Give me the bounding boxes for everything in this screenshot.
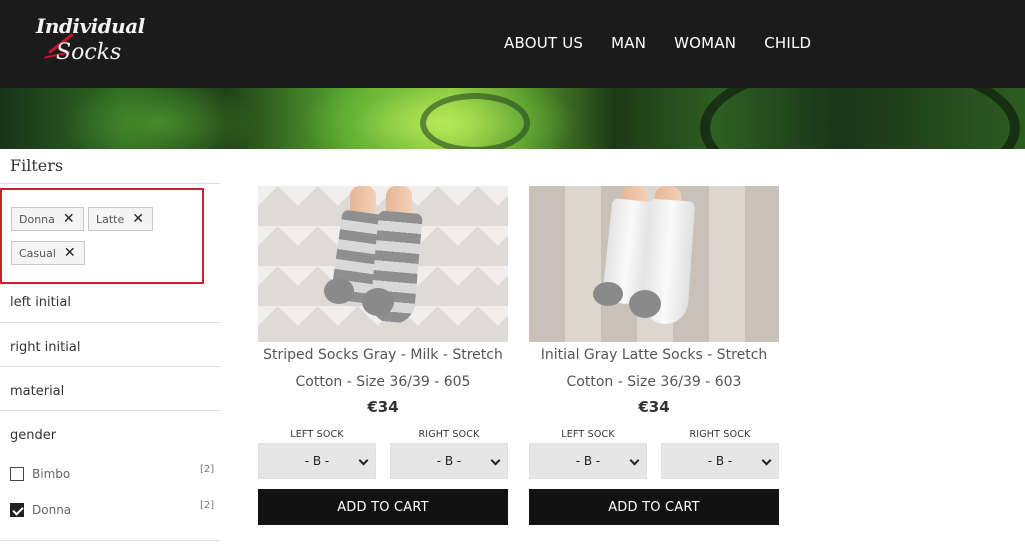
product-price: €34: [638, 398, 670, 416]
facet-material[interactable]: material: [10, 384, 64, 399]
left-sock-select[interactable]: - B -: [258, 443, 376, 479]
add-to-cart-button[interactable]: ADD TO CART: [529, 489, 779, 525]
nav-child[interactable]: CHILD: [764, 34, 811, 52]
select-value: - B -: [575, 454, 601, 468]
close-icon[interactable]: ✕: [132, 212, 144, 226]
active-filter-chip-latte[interactable]: Latte ✕: [88, 207, 153, 231]
facet-right-initial[interactable]: right initial: [10, 340, 80, 355]
select-value: - B -: [707, 454, 733, 468]
product-name-line-2: Cotton - Size 36/39 - 605: [295, 374, 471, 390]
product-image[interactable]: [258, 186, 508, 342]
chevron-down-icon: [358, 455, 369, 466]
hero-banner-image: [0, 88, 1025, 149]
option-count: [2]: [200, 500, 215, 511]
chip-label: Latte: [96, 212, 125, 226]
right-sock-select[interactable]: - B -: [661, 443, 779, 479]
option-count: [2]: [200, 464, 215, 475]
checkbox[interactable]: [10, 467, 24, 481]
active-filter-chip-donna[interactable]: Donna ✕: [11, 207, 84, 231]
divider: [0, 183, 220, 184]
right-sock-select[interactable]: - B -: [390, 443, 508, 479]
divider: [0, 322, 220, 323]
chevron-down-icon: [761, 455, 772, 466]
product-price: €34: [367, 398, 399, 416]
chevron-down-icon: [490, 455, 501, 466]
chip-label: Casual: [19, 246, 56, 260]
close-icon[interactable]: ✕: [63, 212, 75, 226]
logo-line-2: Socks: [56, 40, 122, 65]
product-name-line-1: Initial Gray Latte Socks - Stretch: [540, 347, 768, 363]
logo-line-1: Individual: [36, 14, 145, 38]
facet-gender[interactable]: gender: [10, 428, 56, 443]
close-icon[interactable]: ✕: [64, 246, 76, 260]
gender-option-donna[interactable]: Donna: [10, 502, 71, 518]
add-to-cart-button[interactable]: ADD TO CART: [258, 489, 508, 525]
product-name[interactable]: Initial Gray Latte Socks - Stretch Cotto…: [529, 342, 779, 396]
facet-left-initial[interactable]: left initial: [10, 295, 71, 310]
left-sock-label: LEFT SOCK: [290, 429, 344, 440]
nav-man[interactable]: MAN: [611, 34, 646, 52]
product-name[interactable]: Striped Socks Gray - Milk - Stretch Cott…: [258, 342, 508, 396]
product-image[interactable]: [529, 186, 779, 342]
divider: [0, 410, 220, 411]
gender-option-bimbo[interactable]: Bimbo: [10, 466, 70, 482]
divider: [0, 366, 220, 367]
chip-label: Donna: [19, 212, 55, 226]
right-sock-label: RIGHT SOCK: [418, 429, 480, 440]
nav-woman[interactable]: WOMAN: [674, 34, 736, 52]
active-filter-chip-casual[interactable]: Casual ✕: [11, 241, 85, 265]
active-filters-box: Donna ✕ Latte ✕ Casual ✕: [0, 188, 204, 284]
product-name-line-2: Cotton - Size 36/39 - 603: [566, 374, 742, 390]
site-header: Individual Socks ABOUT US MAN WOMAN CHIL…: [0, 0, 1025, 88]
nav-about-us[interactable]: ABOUT US: [504, 34, 583, 52]
product-name-line-1: Striped Socks Gray - Milk - Stretch: [263, 347, 503, 363]
left-sock-select[interactable]: - B -: [529, 443, 647, 479]
select-value: - B -: [436, 454, 462, 468]
divider: [0, 540, 220, 541]
brand-logo[interactable]: Individual Socks: [34, 12, 145, 72]
select-value: - B -: [304, 454, 330, 468]
filters-heading: Filters: [10, 156, 64, 175]
main-nav: ABOUT US MAN WOMAN CHILD: [504, 34, 811, 52]
checkbox-checked[interactable]: [10, 503, 24, 517]
right-sock-label: RIGHT SOCK: [689, 429, 751, 440]
left-sock-label: LEFT SOCK: [561, 429, 615, 440]
chevron-down-icon: [629, 455, 640, 466]
option-label: Donna: [32, 503, 72, 517]
option-label: Bimbo: [32, 467, 71, 481]
